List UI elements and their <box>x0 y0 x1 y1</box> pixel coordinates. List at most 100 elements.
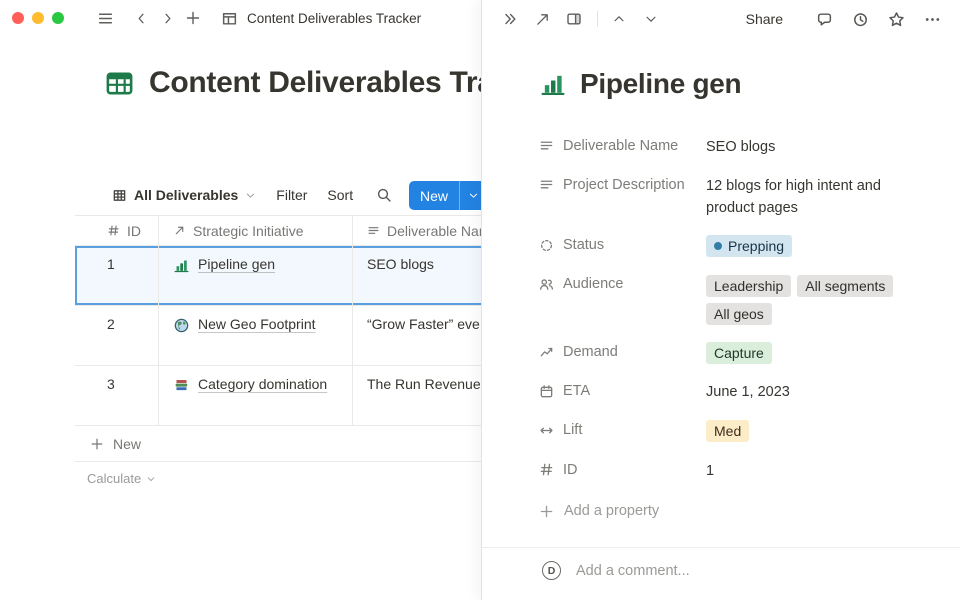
property-row-id: ID 1 <box>539 450 936 489</box>
plus-icon <box>90 437 104 451</box>
table-row[interactable]: 1 Pipeline gen SEO blogs <box>75 246 481 306</box>
property-value[interactable]: June 1, 2023 <box>706 379 936 404</box>
property-label[interactable]: ID <box>539 457 706 482</box>
column-header-strategic-initiative[interactable]: Strategic Initiative <box>159 216 353 245</box>
property-value[interactable]: Capture <box>706 339 936 365</box>
cell-deliverable[interactable]: “Grow Faster” eve <box>353 306 481 365</box>
cell-id[interactable]: 3 <box>75 366 159 425</box>
filter-button[interactable]: Filter <box>276 187 307 203</box>
property-value[interactable]: Prepping <box>706 233 936 258</box>
side-peek-icon[interactable] <box>561 6 587 32</box>
property-label[interactable]: ETA <box>539 379 706 404</box>
property-value[interactable]: Leadership All segments All geos <box>706 272 936 326</box>
property-value[interactable]: Med <box>706 418 936 444</box>
globe-icon <box>173 317 190 334</box>
comment-bar: D <box>482 547 960 593</box>
new-record-split-button: New <box>409 181 481 210</box>
cell-initiative[interactable]: Category domination <box>159 366 353 425</box>
table-row[interactable]: 3 Category domination The Run Revenue S <box>75 366 481 426</box>
property-label[interactable]: Deliverable Name <box>539 133 706 158</box>
cell-id[interactable]: 2 <box>75 306 159 365</box>
bar-chart-icon[interactable] <box>539 70 567 98</box>
calendar-icon <box>539 384 554 399</box>
property-list: Deliverable Name SEO blogs Project Descr… <box>539 126 936 489</box>
people-icon <box>539 277 554 292</box>
page-link[interactable]: Pipeline gen <box>198 256 275 272</box>
plus-icon <box>539 504 554 519</box>
sidebar-toggle-icon[interactable] <box>92 5 118 31</box>
view-tab-all-deliverables[interactable]: All Deliverables <box>112 187 256 203</box>
text-icon <box>367 224 380 237</box>
peek-title-row: Pipeline gen <box>539 68 936 100</box>
share-button[interactable]: Share <box>746 11 783 27</box>
page-link[interactable]: New Geo Footprint <box>198 316 316 332</box>
document-icon <box>216 5 242 31</box>
cell-deliverable[interactable]: The Run Revenue S <box>353 366 481 425</box>
search-icon[interactable] <box>372 183 396 207</box>
zoom-window-button[interactable] <box>52 12 64 24</box>
chevron-down-icon <box>146 474 156 484</box>
peek-body: Pipeline gen Deliverable Name SEO blogs … <box>482 68 960 525</box>
column-header-deliverable-name[interactable]: Deliverable Name <box>353 216 481 245</box>
books-icon <box>173 377 190 394</box>
text-icon <box>539 138 554 153</box>
cell-initiative[interactable]: Pipeline gen <box>159 246 353 305</box>
updates-history-icon[interactable] <box>847 6 873 32</box>
previous-record-icon[interactable] <box>606 6 632 32</box>
titlebar-document-title[interactable]: Content Deliverables Tracker <box>247 11 421 26</box>
property-row-eta: ETA June 1, 2023 <box>539 372 936 411</box>
back-button[interactable] <box>128 5 154 31</box>
select-pill[interactable]: Med <box>706 420 749 442</box>
status-pill[interactable]: Prepping <box>706 235 792 257</box>
property-row-project-description: Project Description 12 blogs for high in… <box>539 165 936 226</box>
new-row-button[interactable]: New <box>75 426 481 462</box>
user-avatar: D <box>542 561 561 580</box>
property-value[interactable]: 1 <box>706 457 936 482</box>
next-record-icon[interactable] <box>638 6 664 32</box>
tag-pill[interactable]: Leadership <box>706 275 791 297</box>
favorite-star-icon[interactable] <box>883 6 909 32</box>
new-record-button[interactable]: New <box>409 181 459 210</box>
tag-pill[interactable]: All segments <box>797 275 893 297</box>
minimize-window-button[interactable] <box>32 12 44 24</box>
chevron-down-icon <box>245 190 256 201</box>
titlebar: Content Deliverables Tracker <box>0 0 481 36</box>
close-window-button[interactable] <box>12 12 24 24</box>
property-label[interactable]: Audience <box>539 272 706 297</box>
select-pill[interactable]: Capture <box>706 342 772 364</box>
tag-pill[interactable]: All geos <box>706 303 772 325</box>
cell-initiative[interactable]: New Geo Footprint <box>159 306 353 365</box>
peek-toolbar: Share <box>482 0 960 38</box>
add-property-button[interactable]: Add a property <box>539 497 936 525</box>
forward-button[interactable] <box>154 5 180 31</box>
property-value[interactable]: 12 blogs for high intent and product pag… <box>706 172 902 219</box>
status-dot <box>714 242 722 250</box>
text-icon <box>539 177 554 192</box>
page-table-icon[interactable] <box>104 68 135 99</box>
column-header-id[interactable]: ID <box>75 216 159 245</box>
table-row[interactable]: 2 New Geo Footprint “Grow Faster” eve <box>75 306 481 366</box>
deliverables-table: ID Strategic Initiative Deliverable Name… <box>75 215 481 486</box>
more-options-icon[interactable] <box>919 6 945 32</box>
sort-button[interactable]: Sort <box>327 187 353 203</box>
comment-input[interactable] <box>574 562 936 580</box>
property-label[interactable]: Lift <box>539 418 706 443</box>
page-title[interactable]: Content Deliverables Tracker <box>149 66 481 100</box>
hash-icon <box>539 462 554 477</box>
property-label[interactable]: Status <box>539 233 706 258</box>
page-link[interactable]: Category domination <box>198 376 327 392</box>
peek-page-title[interactable]: Pipeline gen <box>580 68 741 100</box>
property-value[interactable]: SEO blogs <box>706 133 936 158</box>
comments-icon[interactable] <box>811 6 837 32</box>
calculate-button[interactable]: Calculate <box>75 471 481 486</box>
cell-deliverable[interactable]: SEO blogs <box>353 246 481 305</box>
new-page-button[interactable] <box>180 5 206 31</box>
new-record-dropdown-button[interactable] <box>460 181 481 210</box>
status-icon <box>539 238 554 253</box>
close-peek-icon[interactable] <box>497 6 523 32</box>
table-view-icon <box>112 188 127 203</box>
property-label[interactable]: Demand <box>539 339 706 364</box>
property-label[interactable]: Project Description <box>539 172 706 197</box>
cell-id[interactable]: 1 <box>75 246 159 305</box>
expand-page-icon[interactable] <box>529 6 555 32</box>
